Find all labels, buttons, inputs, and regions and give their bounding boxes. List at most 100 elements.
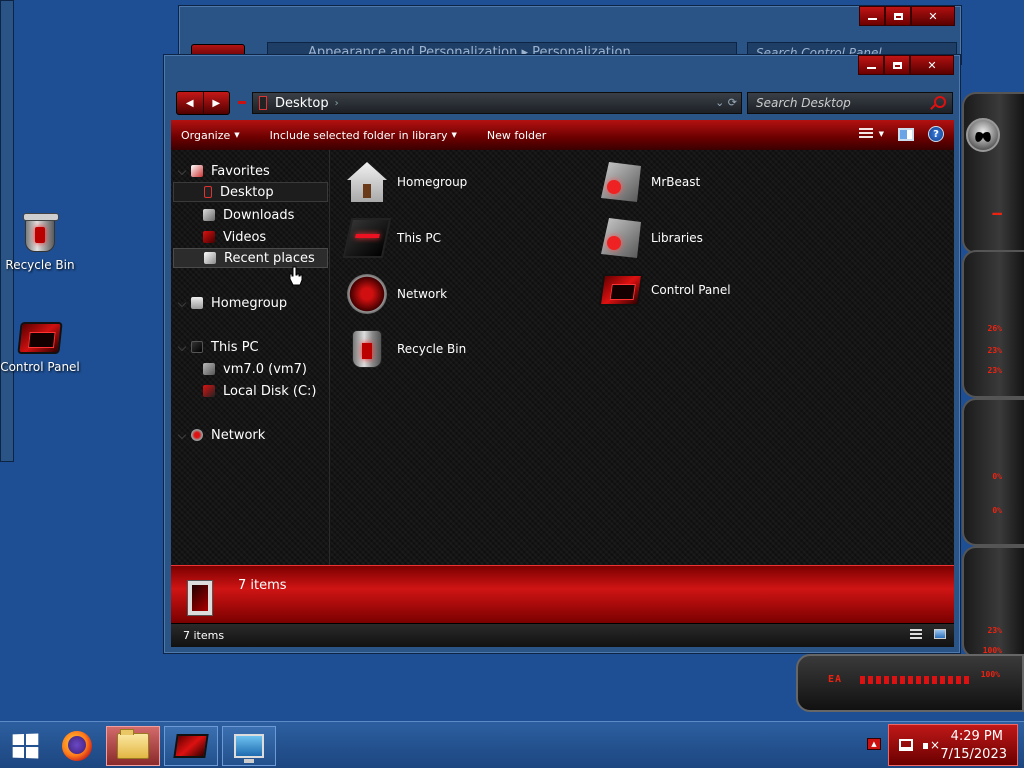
volume-muted-icon[interactable]: [923, 738, 940, 753]
help-icon[interactable]: ?: [928, 126, 944, 142]
local-disk-icon: [203, 385, 215, 397]
item-label: Recycle Bin: [397, 342, 467, 356]
status-view-buttons: [910, 629, 946, 639]
recent-locations-dropdown[interactable]: [238, 101, 246, 104]
desktop-icon: [204, 186, 212, 198]
new-folder-label: New folder: [486, 128, 547, 142]
expand-arrow-icon[interactable]: [177, 166, 187, 176]
nav-item-network[interactable]: Network: [171, 425, 265, 445]
list-item-this-pc[interactable]: This PC: [342, 218, 441, 258]
nav-item-videos[interactable]: Videos: [171, 227, 266, 247]
chevron-right-icon[interactable]: ›: [335, 98, 339, 109]
caret-down-icon: ▼: [234, 131, 240, 139]
taskbar-display-settings[interactable]: [222, 726, 276, 766]
preview-pane-icon[interactable]: [898, 127, 914, 141]
clock-date[interactable]: 7/15/2023: [940, 747, 1007, 762]
search-placeholder: Search Desktop: [756, 96, 851, 110]
homegroup-icon: [191, 297, 203, 309]
maximize-button[interactable]: [885, 6, 911, 26]
network-icon: [191, 429, 203, 441]
list-item-libraries[interactable]: Libraries: [601, 218, 703, 258]
close-button[interactable]: ✕: [910, 55, 954, 75]
explorer-window[interactable]: ✕ ◀ ▶ Desktop › ⌄ ⟳ Search Desktop Organ…: [163, 54, 961, 654]
expand-arrow-icon[interactable]: [177, 430, 187, 440]
desktop-icon-recycle-bin[interactable]: Recycle Bin: [0, 213, 80, 272]
organize-button[interactable]: Organize ▼: [171, 129, 250, 142]
back-button[interactable]: ◀: [177, 92, 204, 114]
taskbar-firefox[interactable]: [50, 726, 104, 766]
nav-item-local-disk[interactable]: Local Disk (C:): [171, 381, 316, 401]
list-item-homegroup[interactable]: Homegroup: [347, 162, 467, 202]
user-folder-icon: [601, 162, 641, 202]
network-drive-icon: [203, 363, 215, 375]
large-icons-view-icon[interactable]: [934, 629, 946, 639]
start-button[interactable]: [12, 733, 39, 759]
nav-item-this-pc[interactable]: This PC: [171, 337, 259, 357]
forward-button[interactable]: ▶: [204, 92, 230, 114]
expand-arrow-icon[interactable]: [177, 342, 187, 352]
status-bar: 7 items: [171, 623, 954, 647]
nav-item-label: Videos: [223, 229, 267, 245]
nav-item-recent-places[interactable]: Recent places: [173, 248, 328, 268]
list-item-network[interactable]: Network: [347, 274, 447, 314]
gadget-percentage: 23%: [987, 626, 1002, 635]
breadcrumb-location[interactable]: Desktop: [275, 96, 329, 111]
desktop-icon-label: Recycle Bin: [5, 258, 75, 272]
star-icon: [191, 165, 203, 177]
nav-item-label: vm7.0 (vm7): [223, 361, 307, 377]
recycle-bin-icon: [23, 213, 59, 252]
taskbar-control-panel[interactable]: [164, 726, 218, 766]
hand-cursor-icon: [289, 266, 303, 286]
nav-item-label: Network: [211, 427, 266, 443]
maximize-button[interactable]: [884, 55, 910, 75]
close-button[interactable]: ✕: [911, 6, 955, 26]
address-bar[interactable]: Desktop › ⌄ ⟳: [252, 92, 742, 114]
organize-label: Organize: [181, 128, 231, 142]
change-view-icon[interactable]: [858, 128, 873, 140]
videos-icon: [203, 231, 215, 243]
minimize-button[interactable]: [858, 55, 884, 75]
list-item-recycle-bin[interactable]: Recycle Bin: [347, 330, 466, 368]
libraries-icon: [601, 218, 641, 258]
gadget-network-meter: 23% 100%: [962, 546, 1024, 658]
nav-item-label: Recent places: [224, 250, 315, 266]
item-label: Control Panel: [651, 283, 731, 297]
gadget-disk-meter: 0% 0%: [962, 398, 1024, 546]
minimize-button[interactable]: [859, 6, 885, 26]
command-bar: Organize ▼ Include selected folder in lib…: [171, 120, 954, 150]
gadget-ram-meter: 26% 23% 23%: [962, 250, 1024, 398]
search-input[interactable]: Search Desktop: [747, 92, 953, 114]
computer-icon: [191, 341, 203, 353]
nav-item-downloads[interactable]: Downloads: [171, 205, 294, 225]
list-item-control-panel[interactable]: Control Panel: [598, 274, 731, 306]
firefox-icon: [62, 731, 92, 761]
alienware-logo-icon: [966, 118, 1000, 152]
status-item-count: 7 items: [183, 629, 225, 642]
taskbar-file-explorer[interactable]: [106, 726, 160, 766]
window-caption-buttons: ✕: [859, 6, 955, 26]
downloads-icon: [203, 209, 215, 221]
nav-item-favorites[interactable]: Favorites: [171, 161, 270, 181]
refresh-icon[interactable]: ⌄ ⟳: [715, 96, 737, 109]
caret-down-icon[interactable]: ▼: [879, 130, 884, 138]
view-controls: ▼ ?: [858, 126, 944, 142]
network-status-icon[interactable]: [899, 739, 913, 751]
nav-item-homegroup[interactable]: Homegroup: [171, 293, 287, 313]
include-in-library-button[interactable]: Include selected folder in library ▼: [260, 129, 467, 142]
control-panel-icon: [173, 734, 209, 758]
nav-item-desktop[interactable]: Desktop: [173, 182, 328, 202]
desktop-icon-control-panel[interactable]: Control Panel: [0, 322, 80, 374]
clock-time[interactable]: 4:29 PM: [951, 729, 1003, 744]
nav-item-network-drive[interactable]: vm7.0 (vm7): [171, 359, 307, 379]
gadget-percentage: 100%: [980, 670, 1000, 679]
new-folder-button[interactable]: New folder: [477, 129, 556, 142]
expand-arrow-icon[interactable]: [177, 298, 187, 308]
network-icon: [347, 274, 387, 314]
list-item-mrbeast[interactable]: MrBeast: [601, 162, 700, 202]
details-view-icon[interactable]: [910, 629, 922, 639]
control-panel-icon: [17, 322, 63, 354]
control-panel-icon: [598, 274, 644, 306]
gadget-battery: EA 100%: [796, 654, 1024, 712]
search-icon[interactable]: [934, 96, 946, 108]
show-hidden-icons-button[interactable]: ▲: [867, 738, 881, 750]
